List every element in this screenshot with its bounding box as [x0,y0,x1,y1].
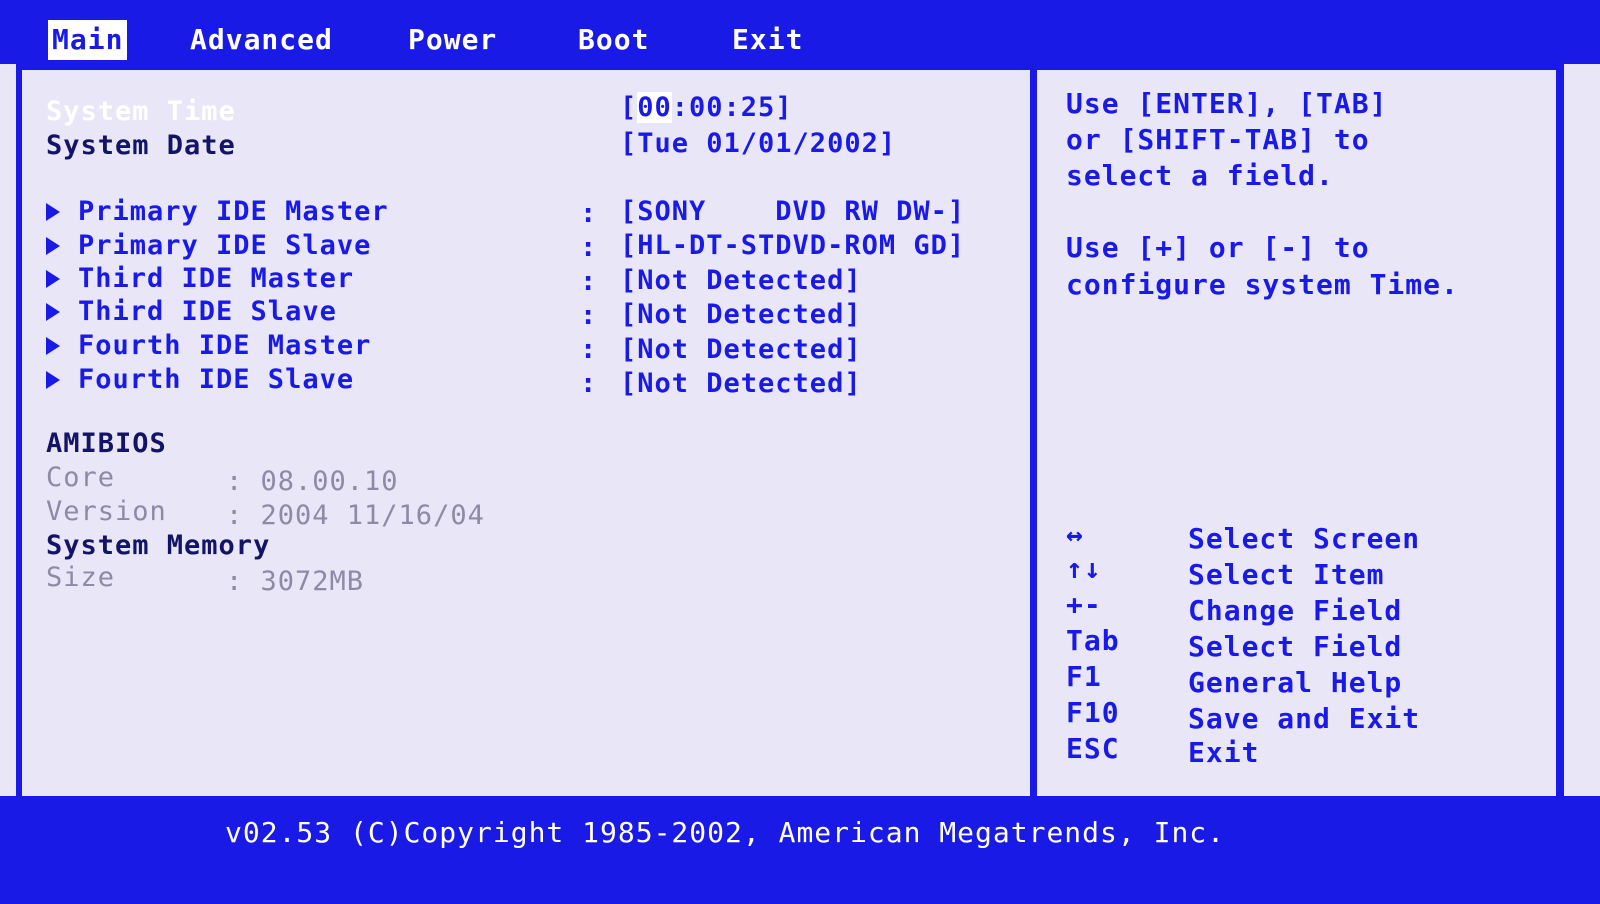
drive-value: [SONY DVD RW DW-] [620,196,966,227]
submenu-arrow-icon [46,303,60,321]
key-desc-change-field: Change Field [1188,594,1403,627]
drive-label: Fourth IDE Slave [78,364,355,395]
help-line-4: Use [+] or [-] to [1066,231,1370,264]
version-label: Version [46,496,167,527]
drive-value: [Not Detected] [620,265,862,296]
drive-label: Primary IDE Slave [78,230,372,261]
drive-value: [Not Detected] [620,334,862,365]
drive-separator: : [580,198,598,229]
key-f10: F10 [1066,696,1120,729]
system-memory-heading: System Memory [46,530,271,561]
key-desc-select-screen: Select Screen [1188,522,1421,555]
plus-minus-icon: +- [1066,588,1102,621]
tab-exit[interactable]: Exit [728,20,807,60]
system-time-open-bracket: [ [620,92,638,123]
footer-bar: v02.53 (C)Copyright 1985-2002, American … [0,796,1600,904]
menu-bar: Main Advanced Power Boot Exit [0,0,1600,64]
system-date-label[interactable]: System Date [46,130,236,161]
core-value: : 08.00.10 [226,466,399,497]
key-desc-select-field: Select Field [1188,630,1403,663]
size-value: : 3072MB [226,566,365,597]
panel-divider [1030,64,1037,816]
frame-left [16,64,22,796]
tab-boot[interactable]: Boot [574,20,653,60]
drive-row-primary-slave[interactable]: Primary IDE Slave [46,230,371,261]
system-time-rest: :00:25] [671,92,793,123]
left-right-arrows-icon: ↔ [1066,518,1084,551]
tab-power[interactable]: Power [404,20,501,60]
drive-value: [HL-DT-STDVD-ROM GD] [620,230,966,261]
help-line-2: or [SHIFT-TAB] to [1066,123,1370,156]
tab-advanced[interactable]: Advanced [186,20,337,60]
drive-separator: : [580,368,598,399]
drive-label: Primary IDE Master [78,196,389,227]
frame-right [1556,64,1564,796]
drive-row-third-slave[interactable]: Third IDE Slave [46,296,337,327]
drive-row-third-master[interactable]: Third IDE Master [46,263,354,294]
version-value: : 2004 11/16/04 [226,500,485,531]
system-time-label[interactable]: System Time [46,96,236,127]
help-line-1: Use [ENTER], [TAB] [1066,87,1388,120]
core-label: Core [46,462,116,493]
drive-row-fourth-slave[interactable]: Fourth IDE Slave [46,364,354,395]
system-time-value[interactable]: [00:00:25] [620,92,793,123]
key-desc-general-help: General Help [1188,666,1403,699]
system-time-hours-cursor[interactable]: 00 [637,92,672,123]
drive-label: Fourth IDE Master [78,330,372,361]
drive-separator: : [580,266,598,297]
up-down-arrows-icon: ↑↓ [1066,552,1102,585]
submenu-arrow-icon [46,203,60,221]
system-date-value[interactable]: [Tue 01/01/2002] [620,128,896,159]
key-desc-exit: Exit [1188,736,1260,769]
key-desc-select-item: Select Item [1188,558,1385,591]
amibios-heading: AMIBIOS [46,428,167,459]
key-desc-save-and-exit: Save and Exit [1188,702,1421,735]
bios-screen: Main Advanced Power Boot Exit System Tim… [0,0,1600,904]
drive-row-primary-master[interactable]: Primary IDE Master [46,196,389,227]
drive-value: [Not Detected] [620,368,862,399]
help-line-3: select a field. [1066,159,1334,192]
drive-label: Third IDE Slave [78,296,337,327]
tab-main[interactable]: Main [48,20,128,60]
drive-value: [Not Detected] [620,299,862,330]
key-esc: ESC [1066,732,1120,765]
key-f1: F1 [1066,660,1102,693]
submenu-arrow-icon [46,337,60,355]
drive-separator: : [580,334,598,365]
submenu-arrow-icon [46,237,60,255]
copyright-text: v02.53 (C)Copyright 1985-2002, American … [225,816,1226,849]
submenu-arrow-icon [46,270,60,288]
submenu-arrow-icon [46,371,60,389]
drive-row-fourth-master[interactable]: Fourth IDE Master [46,330,371,361]
drive-separator: : [580,232,598,263]
help-line-5: configure system Time. [1066,268,1459,301]
key-tab: Tab [1066,624,1120,657]
frame-top [16,64,1564,70]
size-label: Size [46,562,116,593]
drive-label: Third IDE Master [78,263,355,294]
drive-separator: : [580,300,598,331]
